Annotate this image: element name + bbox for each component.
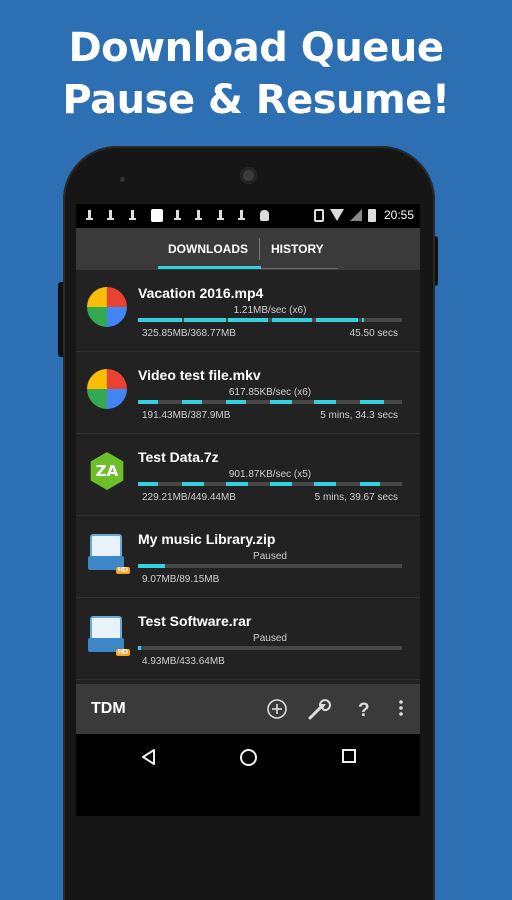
app-title: TDM: [91, 700, 126, 717]
time-remaining: 45.50 secs: [349, 328, 398, 339]
svg-text:?: ?: [358, 700, 370, 721]
promo-line-2: Pause & Resume!: [62, 77, 450, 123]
progress-bar: [138, 646, 402, 650]
file-name: My music Library.zip: [138, 531, 276, 547]
download-speed: 617.85KB/sec (x6): [228, 387, 312, 398]
download-notification-icon: [174, 210, 181, 222]
download-speed: 901.87KB/sec (x5): [228, 469, 312, 480]
wrench-icon[interactable]: [306, 696, 332, 722]
download-notification-icon: [217, 210, 224, 222]
file-name: Vacation 2016.mp4: [138, 285, 264, 301]
tab-bar: DOWNLOADS HISTORY: [76, 228, 420, 270]
clock: 20:55: [383, 208, 414, 222]
tab-divider: [259, 238, 260, 260]
home-icon[interactable]: [240, 749, 257, 766]
time-remaining: 5 mins, 34.3 secs: [320, 410, 398, 421]
file-name: Test Software.rar: [138, 613, 252, 629]
promo-headline: Download Queue Pause & Resume!: [0, 22, 512, 126]
help-icon[interactable]: ?: [350, 696, 376, 722]
download-notification-icon: [86, 210, 93, 222]
android-icon: [260, 210, 269, 221]
download-notification-icon: [107, 210, 114, 222]
pinwheel-icon: [86, 368, 128, 410]
overflow-menu-icon[interactable]: [388, 696, 414, 722]
downloaded-size: 9.07MB/89.15MB: [142, 574, 220, 585]
download-notification-icon: [238, 210, 245, 222]
archive-hd-icon: HD: [86, 532, 130, 574]
wifi-icon: [329, 209, 344, 221]
signal-icon: [349, 209, 362, 221]
file-name: Test Data.7z: [138, 449, 219, 465]
battery-icon: [367, 208, 376, 222]
vibrate-icon: [313, 208, 324, 222]
download-notification-icon: [129, 210, 136, 222]
tab-history[interactable]: HISTORY: [271, 242, 324, 256]
downloaded-size: 191.43MB/387.9MB: [142, 410, 231, 421]
downloaded-size: 325.85MB/368.77MB: [142, 328, 236, 339]
active-tab-indicator: [158, 266, 261, 269]
navigation-bar: [76, 734, 420, 816]
progress-bar: [138, 564, 402, 568]
phone-screen: 20:55 DOWNLOADS HISTORY Vacation 2016.mp…: [76, 204, 420, 816]
front-camera: [240, 167, 257, 184]
download-speed: 1.21MB/sec (x6): [233, 305, 307, 316]
progress-bar: [138, 318, 402, 322]
proximity-sensor: [120, 177, 125, 182]
time-remaining: 5 mins, 39.67 secs: [314, 492, 398, 503]
notification-square-icon: [151, 209, 163, 222]
download-status: Paused: [253, 551, 287, 562]
download-status: Paused: [253, 633, 287, 644]
file-name: Video test file.mkv: [138, 367, 261, 383]
recent-apps-icon[interactable]: [342, 749, 356, 763]
promo-line-1: Download Queue: [68, 25, 444, 71]
download-item[interactable]: Video test file.mkv 617.85KB/sec (x6) 19…: [76, 352, 420, 434]
zarchiver-icon: ZA: [86, 450, 128, 492]
tab-underline: [261, 268, 338, 269]
progress-bar: [138, 482, 402, 486]
status-bar: 20:55: [76, 204, 420, 228]
pinwheel-icon: [86, 286, 128, 328]
download-item[interactable]: HD My music Library.zip Paused 9.07MB/89…: [76, 516, 420, 598]
tab-downloads[interactable]: DOWNLOADS: [168, 242, 248, 256]
download-item[interactable]: Vacation 2016.mp4 1.21MB/sec (x6) 325.85…: [76, 270, 420, 352]
download-notification-icon: [195, 210, 202, 222]
archive-hd-icon: HD: [86, 614, 130, 656]
download-item[interactable]: ZA Test Data.7z 901.87KB/sec (x5) 229.21…: [76, 434, 420, 516]
download-list: Vacation 2016.mp4 1.21MB/sec (x6) 325.85…: [76, 270, 420, 684]
add-icon[interactable]: [264, 696, 290, 722]
back-icon[interactable]: [140, 748, 158, 766]
downloaded-size: 4.93MB/433.64MB: [142, 656, 225, 667]
download-item[interactable]: HD Test Software.rar Paused 4.93MB/433.6…: [76, 598, 420, 680]
bottom-toolbar: TDM ?: [76, 684, 420, 734]
downloaded-size: 229.21MB/449.44MB: [142, 492, 236, 503]
progress-bar: [138, 400, 402, 404]
